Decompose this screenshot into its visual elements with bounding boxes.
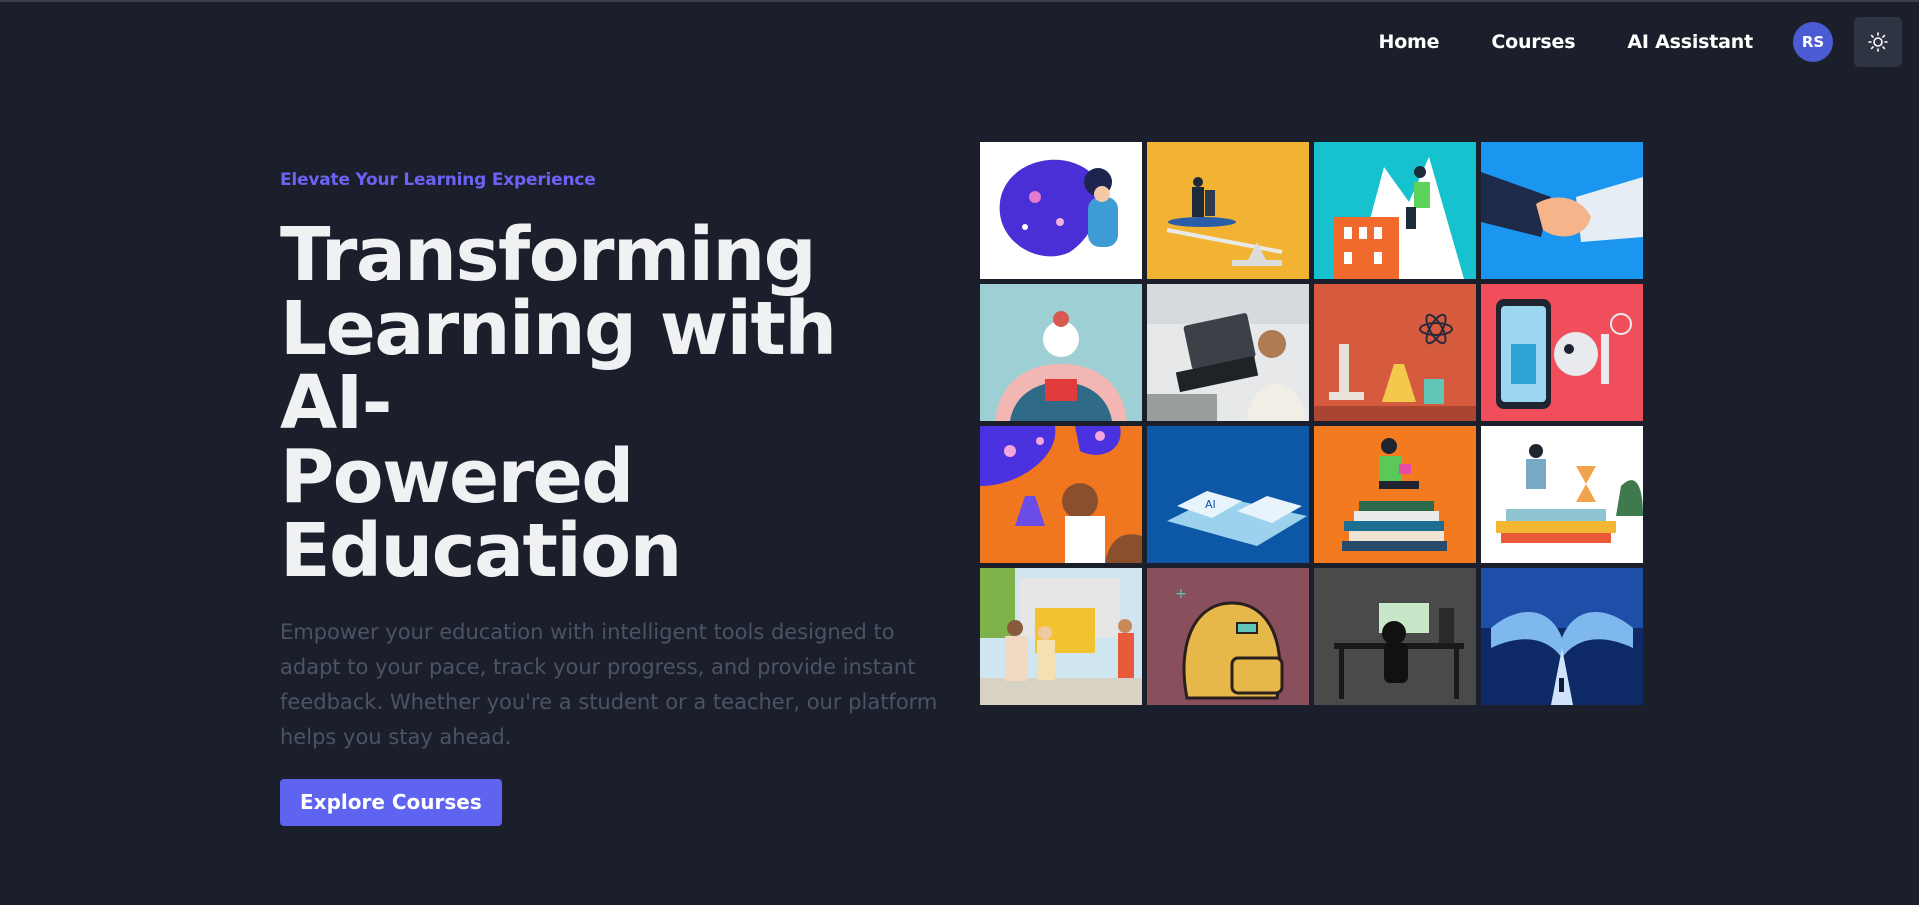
space-reader-illustration [980,142,1142,279]
mountain-climber-illustration [1314,142,1476,279]
handshake-robot-illustration [1481,142,1643,279]
ai-keyboard-illustration: AI [1147,426,1309,563]
top-border [0,0,1919,2]
illustration-gallery: AI + [980,142,1643,705]
balance-seesaw-illustration [1147,142,1309,279]
hero-title: Transforming Learning with AI- Powered E… [280,218,940,588]
girl-reading-illustration [980,284,1142,421]
chemistry-student-illustration [980,426,1142,563]
hero-title-line-3: Powered Education [280,434,682,594]
study-desk-illustration [1481,426,1643,563]
explore-courses-button[interactable]: Explore Courses [280,779,502,826]
science-lab-illustration [1314,284,1476,421]
computer-desk-illustration [1314,568,1476,705]
book-stack-reader-illustration [1314,426,1476,563]
laptop-student-illustration [1147,284,1309,421]
top-nav: Home Courses AI Assistant RS [1379,17,1902,67]
user-avatar[interactable]: RS [1793,22,1833,62]
nav-ai-assistant-link[interactable]: AI Assistant [1627,31,1753,53]
phone-robot-illustration [1481,284,1643,421]
nav-home-link[interactable]: Home [1379,31,1440,53]
backpack-illustration: + [1147,568,1309,705]
hero-title-line-2: Learning with AI- [280,286,837,446]
nav-courses-link[interactable]: Courses [1491,31,1575,53]
hero-description: Empower your education with intelligent … [280,620,938,749]
svg-text:AI: AI [1205,498,1216,511]
svg-text:+: + [1175,586,1187,602]
sun-icon [1868,32,1888,52]
hero-section: Elevate Your Learning Experience Transfo… [280,170,940,826]
school-students-illustration [980,568,1142,705]
theme-toggle-button[interactable] [1854,17,1902,67]
hero-eyebrow: Elevate Your Learning Experience [280,170,596,190]
open-book-path-illustration [1481,568,1643,705]
